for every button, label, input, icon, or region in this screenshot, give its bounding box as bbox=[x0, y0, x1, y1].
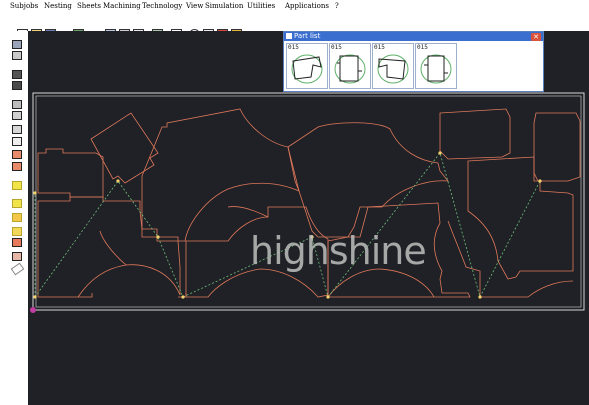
part-preview bbox=[377, 54, 409, 84]
menu-machining[interactable]: Machining bbox=[103, 2, 141, 10]
eraser-icon[interactable] bbox=[10, 262, 25, 276]
tool-1-icon[interactable] bbox=[12, 40, 22, 49]
tool-7-icon[interactable] bbox=[12, 125, 22, 134]
tool-2-icon[interactable] bbox=[12, 51, 22, 60]
part-rotated bbox=[90, 112, 159, 184]
part-label: 015 bbox=[417, 44, 428, 51]
part-lower-5 bbox=[480, 280, 574, 298]
tool-14-icon[interactable] bbox=[12, 227, 22, 236]
tool-15-icon[interactable] bbox=[12, 238, 22, 247]
part-list-title: Part list bbox=[294, 32, 321, 40]
menu-nesting[interactable]: Nesting bbox=[44, 2, 72, 10]
part-lower-4 bbox=[447, 220, 481, 297]
part-list-titlebar[interactable]: Part list ✕ bbox=[284, 32, 543, 41]
part-lower-8 bbox=[99, 230, 127, 266]
part-preview bbox=[291, 54, 323, 84]
menu-subjobs[interactable]: Subjobs bbox=[10, 2, 38, 10]
watermark-text: highshine bbox=[250, 229, 427, 273]
part-preview bbox=[334, 54, 366, 84]
tool-6-icon[interactable] bbox=[12, 111, 22, 120]
part-top-right-2 bbox=[533, 112, 581, 182]
part-thumb-2[interactable]: 015 bbox=[329, 43, 371, 89]
tool-12-icon[interactable] bbox=[12, 199, 22, 208]
part-top-right-1 bbox=[439, 108, 511, 160]
part-top-left bbox=[37, 148, 104, 198]
part-curved-2 bbox=[287, 122, 449, 238]
menu-applications[interactable]: Applications bbox=[285, 2, 329, 10]
tool-10-icon[interactable] bbox=[12, 162, 22, 171]
part-lower-9 bbox=[227, 206, 269, 218]
part-label: 015 bbox=[374, 44, 385, 51]
part-list-window[interactable]: Part list ✕ 015 015 015 015 bbox=[283, 31, 544, 92]
origin-marker bbox=[30, 307, 36, 313]
left-toolbar bbox=[0, 31, 28, 405]
window-icon bbox=[286, 33, 292, 39]
part-lower-3-arc bbox=[327, 268, 435, 298]
menu-bar: Subjobs Nesting Sheets Machining Technol… bbox=[0, 0, 589, 13]
sheet-inner-border bbox=[35, 95, 582, 308]
tool-8-icon[interactable] bbox=[12, 137, 22, 146]
toolbar bbox=[0, 13, 589, 40]
part-label: 015 bbox=[288, 44, 299, 51]
tool-4-icon[interactable] bbox=[12, 81, 22, 90]
part-curved-1 bbox=[141, 108, 300, 242]
menu-simulation[interactable]: Simulation bbox=[205, 2, 243, 10]
menu-technology[interactable]: Technology bbox=[142, 2, 182, 10]
tool-9-icon[interactable] bbox=[12, 150, 22, 159]
menu-sheets[interactable]: Sheets bbox=[77, 2, 101, 10]
tool-13-icon[interactable] bbox=[12, 213, 22, 222]
menu-help[interactable]: ? bbox=[335, 2, 339, 10]
tool-11-icon[interactable] bbox=[12, 181, 22, 190]
part-preview bbox=[420, 54, 452, 84]
tool-16-icon[interactable] bbox=[12, 252, 22, 261]
close-button[interactable]: ✕ bbox=[531, 33, 541, 41]
menu-utilities[interactable]: Utilities bbox=[247, 2, 275, 10]
tool-5-icon[interactable] bbox=[12, 100, 22, 109]
part-label: 015 bbox=[331, 44, 342, 51]
part-thumb-3[interactable]: 015 bbox=[372, 43, 414, 89]
part-thumb-1[interactable]: 015 bbox=[286, 43, 328, 89]
sheet-outer-border bbox=[32, 92, 585, 311]
part-thumb-4[interactable]: 015 bbox=[415, 43, 457, 89]
menu-view[interactable]: View bbox=[186, 2, 203, 10]
tool-3-icon[interactable] bbox=[12, 70, 22, 79]
